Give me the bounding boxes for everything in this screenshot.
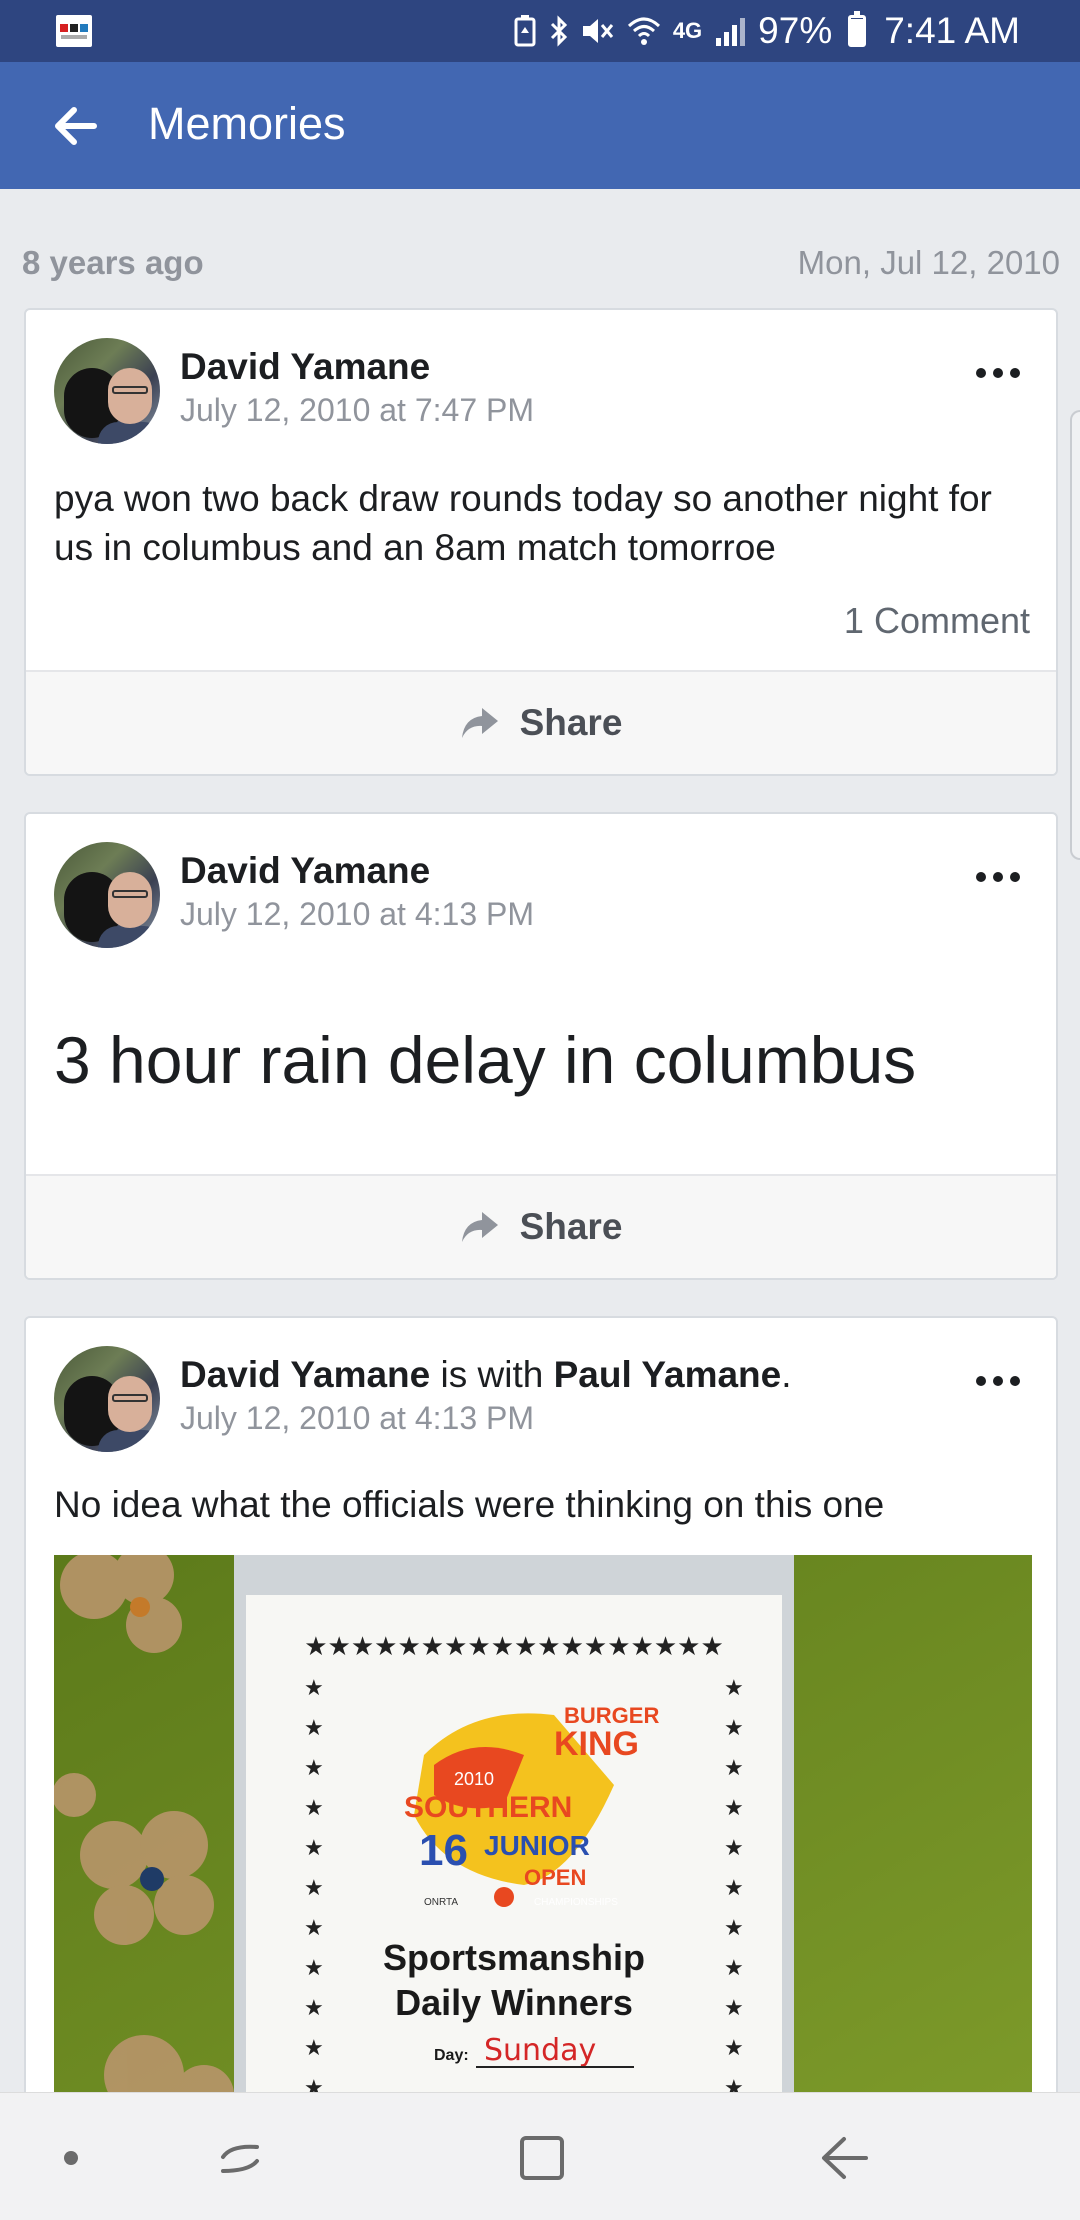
- svg-text:JUNIOR: JUNIOR: [484, 1830, 590, 1861]
- svg-text:★: ★: [304, 1916, 324, 1941]
- notification-area: [56, 15, 92, 47]
- avatar[interactable]: [54, 1346, 160, 1452]
- post-text: 3 hour rain delay in columbus: [54, 1023, 917, 1097]
- svg-text:★: ★: [724, 1996, 744, 2021]
- svg-text:★: ★: [724, 1716, 744, 1741]
- status-icons: 4G 97% 7:41 AM: [513, 0, 1020, 62]
- scroll-indicator[interactable]: [1070, 410, 1080, 860]
- avatar[interactable]: [54, 842, 160, 948]
- svg-text:OPEN: OPEN: [524, 1865, 586, 1890]
- svg-text:★: ★: [724, 1756, 744, 1781]
- more-options-button[interactable]: [976, 368, 1020, 382]
- svg-text:16: 16: [419, 1826, 468, 1875]
- svg-text:★: ★: [304, 1756, 324, 1781]
- tagged-friend[interactable]: Paul Yamane: [554, 1354, 782, 1395]
- svg-text:CHAMPIONSHIPS: CHAMPIONSHIPS: [534, 1897, 618, 1908]
- svg-text:★: ★: [304, 1956, 324, 1981]
- post-timestamp[interactable]: July 12, 2010 at 4:13 PM: [180, 896, 534, 933]
- period: .: [781, 1354, 792, 1395]
- battery-saver-icon: [513, 15, 537, 47]
- post-text: No idea what the officials were thinking…: [54, 1484, 885, 1525]
- svg-text:★: ★: [724, 1796, 744, 1821]
- recent-apps-icon: [221, 2144, 259, 2173]
- post-author[interactable]: David Yamane: [180, 346, 430, 388]
- clock: 7:41 AM: [884, 10, 1020, 51]
- share-label: Share: [519, 1206, 623, 1247]
- svg-text:★: ★: [724, 1876, 744, 1901]
- app-bar: Memories: [0, 62, 1080, 189]
- signal-icon: [714, 16, 746, 46]
- more-options-button[interactable]: [976, 1376, 1020, 1390]
- svg-text:★: ★: [304, 1876, 324, 1901]
- svg-text:KING: KING: [554, 1725, 639, 1763]
- svg-text:Sportsmanship: Sportsmanship: [383, 1937, 645, 1978]
- svg-text:★: ★: [724, 1676, 744, 1701]
- post-card: David Yamane July 12, 2010 at 4:13 PM 3 …: [24, 812, 1058, 1280]
- sportsmanship-sign-photo: ★★★★★★★★★★★★★★★★★★ BURGER KING 2010 SOUT…: [54, 1555, 1032, 2115]
- years-ago-label: 8 years ago: [22, 244, 204, 281]
- more-options-button[interactable]: [976, 872, 1020, 886]
- svg-text:★: ★: [304, 2036, 324, 2061]
- svg-text:★: ★: [304, 1676, 324, 1701]
- battery-icon: [848, 11, 867, 47]
- back-icon: [822, 2137, 868, 2179]
- svg-text:ONRTA: ONRTA: [424, 1897, 458, 1908]
- wifi-icon: [627, 16, 661, 46]
- post-timestamp[interactable]: July 12, 2010 at 7:47 PM: [180, 392, 534, 429]
- home-button[interactable]: [507, 2123, 577, 2193]
- post-author[interactable]: David Yamane: [180, 1354, 430, 1395]
- navigation-bar: [0, 2092, 1080, 2220]
- memories-date-header: 8 years ago Mon, Jul 12, 2010: [22, 240, 1060, 290]
- share-label: Share: [519, 702, 623, 743]
- svg-text:★: ★: [304, 1796, 324, 1821]
- svg-text:★: ★: [724, 2036, 744, 2061]
- arrow-left-icon: [55, 107, 97, 145]
- post-text: pya won two back draw rounds today so an…: [54, 478, 992, 568]
- avatar[interactable]: [54, 338, 160, 444]
- svg-text:★: ★: [724, 1836, 744, 1861]
- page-title: Memories: [148, 98, 346, 149]
- nav-dot-icon[interactable]: [64, 2151, 78, 2165]
- back-button[interactable]: [50, 102, 98, 150]
- svg-text:SOUTHERN: SOUTHERN: [404, 1791, 572, 1824]
- 4g-lte-icon: 4G: [672, 18, 703, 43]
- back-nav-button[interactable]: [810, 2123, 880, 2193]
- svg-text:★: ★: [304, 1996, 324, 2021]
- screen: 4G 97% 7:41 AM Memories 8 years ago Mon,…: [0, 0, 1080, 2220]
- comments-count[interactable]: 1 Comment: [844, 600, 1030, 642]
- post-author[interactable]: David Yamane: [180, 850, 430, 892]
- svg-text:2010: 2010: [454, 1769, 494, 1789]
- svg-text:★: ★: [304, 1836, 324, 1861]
- battery-percent: 97%: [758, 10, 833, 51]
- post-photo[interactable]: ★★★★★★★★★★★★★★★★★★ BURGER KING 2010 SOUT…: [54, 1555, 1032, 2115]
- recent-apps-button[interactable]: [205, 2123, 275, 2193]
- status-bar: 4G 97% 7:41 AM: [0, 0, 1080, 62]
- share-arrow-icon: [461, 708, 498, 738]
- svg-text:★: ★: [724, 1916, 744, 1941]
- post-author-line: David Yamane is with Paul Yamane.: [180, 1354, 792, 1396]
- svg-text:Day:: Day:: [434, 2047, 469, 2064]
- share-arrow-icon: [461, 1212, 498, 1242]
- svg-text:Daily Winners: Daily Winners: [395, 1982, 633, 2023]
- post-timestamp[interactable]: July 12, 2010 at 4:13 PM: [180, 1400, 534, 1437]
- mute-vibrate-icon: [581, 15, 615, 47]
- post-card: David Yamane July 12, 2010 at 7:47 PM py…: [24, 308, 1058, 776]
- home-icon: [520, 2136, 564, 2180]
- svg-text:★: ★: [304, 1716, 324, 1741]
- svg-text:Sunday: Sunday: [484, 2033, 596, 2068]
- share-button[interactable]: Share: [26, 1174, 1056, 1278]
- stars-row: ★★★★★★★★★★★★★★★★★★: [304, 1632, 724, 1662]
- svg-text:★: ★: [724, 1956, 744, 1981]
- bluetooth-icon: [549, 15, 569, 47]
- share-button[interactable]: Share: [26, 670, 1056, 774]
- post-card: David Yamane is with Paul Yamane. July 1…: [24, 1316, 1058, 2216]
- memory-date: Mon, Jul 12, 2010: [797, 244, 1060, 281]
- npr-news-icon: [56, 15, 92, 47]
- with-text: is with: [430, 1354, 554, 1395]
